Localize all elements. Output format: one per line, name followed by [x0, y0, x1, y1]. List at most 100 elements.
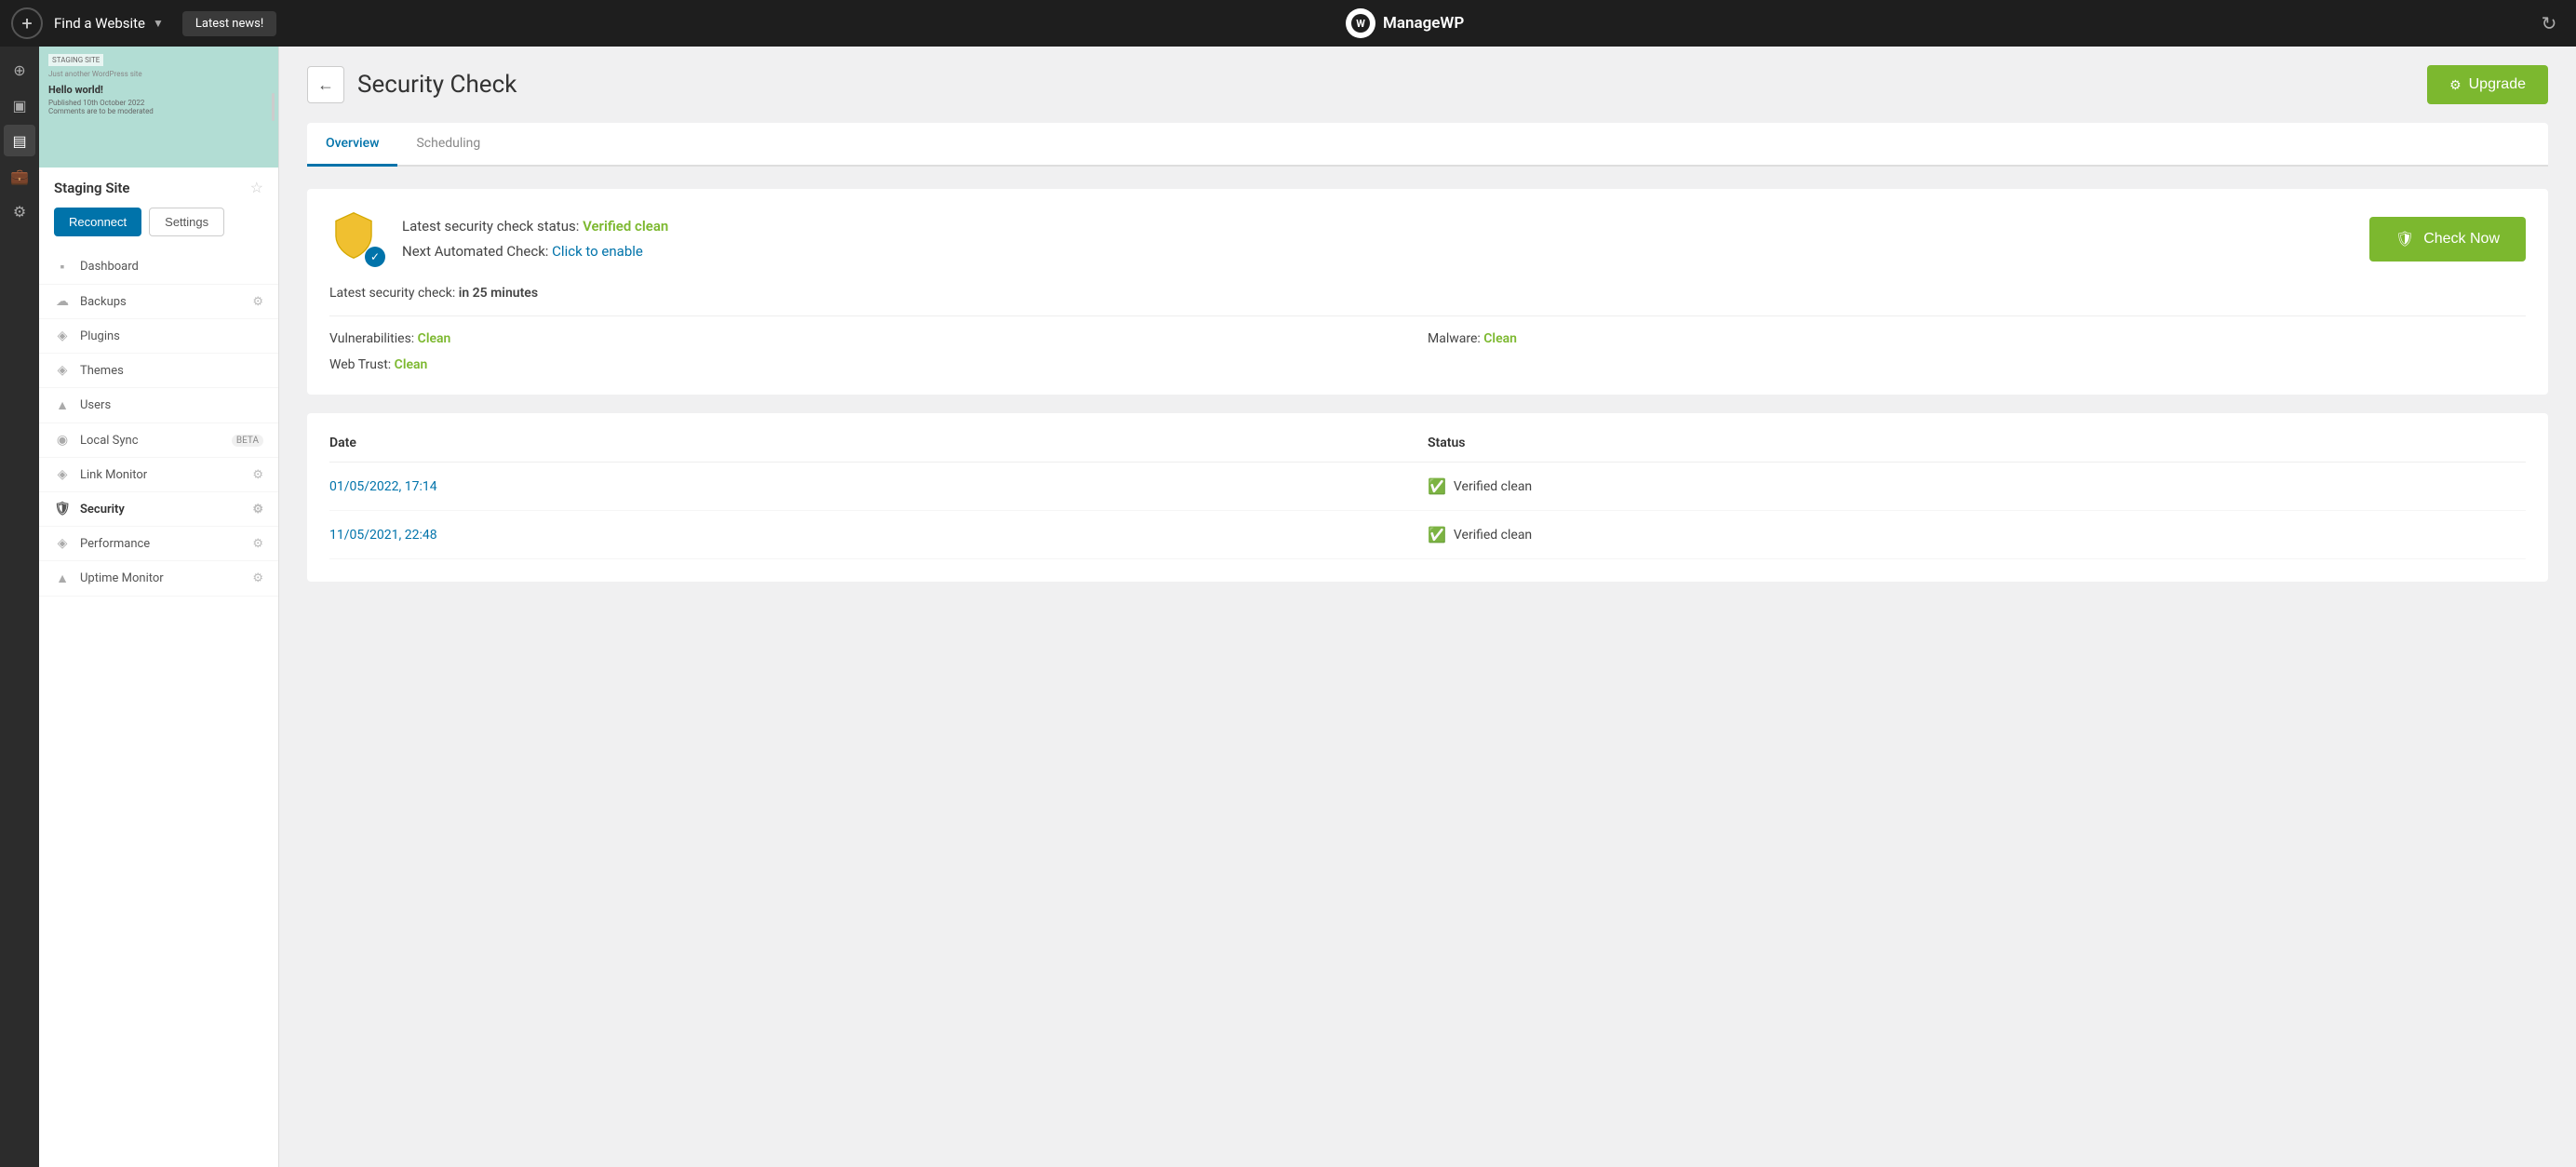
plugins-icon: ◈ [54, 329, 71, 343]
favorite-star-icon[interactable]: ☆ [250, 179, 263, 196]
status-label: Latest security check status: [402, 218, 583, 235]
security-icon: 🛡 [54, 502, 71, 516]
local-sync-icon: ◉ [54, 433, 71, 448]
dashboard-icon: ▪ [54, 259, 71, 275]
back-button[interactable]: ← [307, 66, 344, 103]
check-now-button[interactable]: 🛡 Check Now [2369, 217, 2526, 262]
history-table-header: Date Status [329, 436, 2526, 463]
shield-icon-wrap: ✓ [329, 211, 385, 267]
sidebar-menu: ▪ Dashboard ☁ Backups ⚙ ◈ Plugins [39, 249, 278, 1167]
site-preview: STAGING SITE Just another WordPress site… [39, 47, 278, 168]
malware-value: Clean [1483, 331, 1517, 346]
history-status-1: ✅ Verified clean [1428, 477, 2526, 495]
link-monitor-icon: ◈ [54, 467, 71, 482]
app-logo: W ManageWP [288, 8, 2522, 38]
check-now-label: Check Now [2423, 231, 2500, 248]
vulnerabilities-value: Clean [418, 331, 451, 346]
sidebar-item-link-monitor[interactable]: ◈ Link Monitor ⚙ [39, 458, 278, 492]
upgrade-gear-icon: ⚙ [2449, 77, 2462, 93]
beta-badge: BETA [232, 435, 263, 447]
add-website-button[interactable]: + [11, 7, 43, 39]
logo-icon: W [1346, 8, 1375, 38]
sidebar-item-uptime-monitor[interactable]: ▲ Uptime Monitor ⚙ [39, 561, 278, 597]
find-website-dropdown[interactable]: Find a Website ▼ [54, 15, 164, 32]
tab-scheduling[interactable]: Scheduling [397, 123, 499, 167]
news-badge[interactable]: Latest news! [182, 11, 276, 36]
chevron-down-icon: ▼ [153, 17, 164, 30]
icon-bar-settings[interactable]: ⚙ [4, 195, 35, 227]
divider [329, 315, 2526, 316]
scroll-indicator [272, 93, 275, 121]
uptime-icon: ▲ [54, 570, 71, 586]
backups-icon: ☁ [54, 294, 71, 309]
web-trust-check: Web Trust: Clean [329, 357, 1428, 372]
sidebar-item-label: Themes [80, 364, 124, 378]
sidebar-item-label: Link Monitor [80, 468, 147, 482]
sidebar-item-label: Security [80, 503, 125, 516]
upgrade-label: Upgrade [2469, 76, 2526, 93]
icon-bar-monitor[interactable]: ▣ [4, 89, 35, 121]
verified-icon-1: ✅ [1428, 477, 1446, 495]
performance-icon: ◈ [54, 536, 71, 551]
content-body: Overview Scheduling ✓ Latest securit [279, 123, 2576, 610]
refresh-button[interactable]: ↻ [2533, 7, 2565, 39]
check-now-shield-icon: 🛡 [2395, 230, 2414, 248]
sidebar-item-plugins[interactable]: ◈ Plugins [39, 319, 278, 354]
icon-bar-briefcase[interactable]: 💼 [4, 160, 35, 192]
sidebar-item-label: Users [80, 398, 111, 412]
sidebar-item-security[interactable]: 🛡 Security ⚙ [39, 492, 278, 527]
history-card: Date Status 01/05/2022, 17:14 ✅ Verified… [307, 413, 2548, 582]
sidebar-item-label: Dashboard [80, 260, 139, 274]
tab-overview[interactable]: Overview [307, 123, 397, 167]
preview-title: Hello world! [48, 84, 269, 96]
history-status-text-2: Verified clean [1454, 528, 1532, 543]
sidebar-item-label: Uptime Monitor [80, 571, 164, 585]
security-status-text: Latest security check status: Verified c… [402, 214, 668, 264]
svg-text:W: W [1356, 18, 1365, 30]
sidebar-item-backups[interactable]: ☁ Backups ⚙ [39, 285, 278, 319]
history-status-2: ✅ Verified clean [1428, 526, 2526, 543]
gear-icon[interactable]: ⚙ [252, 571, 263, 585]
sidebar-item-label: Performance [80, 537, 150, 551]
upgrade-button[interactable]: ⚙ Upgrade [2427, 65, 2548, 104]
sidebar-item-dashboard[interactable]: ▪ Dashboard [39, 249, 278, 285]
topbar: + Find a Website ▼ Latest news! W Manage… [0, 0, 2576, 47]
web-trust-value: Clean [395, 357, 428, 372]
malware-check: Malware: Clean [1428, 331, 2526, 346]
site-header: Staging Site ☆ [39, 168, 278, 208]
security-status-row: ✓ Latest security check status: Verified… [329, 211, 2526, 267]
security-status-card: ✓ Latest security check status: Verified… [307, 189, 2548, 395]
history-date-1[interactable]: 01/05/2022, 17:14 [329, 479, 1428, 494]
col-date-header: Date [329, 436, 1428, 450]
sidebar: STAGING SITE Just another WordPress site… [39, 47, 279, 1167]
malware-label: Malware: [1428, 331, 1483, 346]
security-checks-grid: Vulnerabilities: Clean Malware: Clean We… [329, 331, 2526, 372]
content-header: ← Security Check ⚙ Upgrade [279, 47, 2576, 123]
icon-bar-home[interactable]: ⊕ [4, 54, 35, 86]
sidebar-item-local-sync[interactable]: ◉ Local Sync BETA [39, 423, 278, 458]
vulnerabilities-check: Vulnerabilities: Clean [329, 331, 1428, 346]
themes-icon: ◈ [54, 363, 71, 378]
table-row: 01/05/2022, 17:14 ✅ Verified clean [329, 463, 2526, 511]
reconnect-button[interactable]: Reconnect [54, 208, 141, 236]
gear-icon[interactable]: ⚙ [252, 468, 263, 482]
sidebar-item-label: Plugins [80, 329, 120, 343]
tab-bar: Overview Scheduling [307, 123, 2548, 167]
logo-text: ManageWP [1383, 14, 1464, 33]
web-trust-label: Web Trust: [329, 357, 395, 372]
history-date-2[interactable]: 11/05/2021, 22:48 [329, 528, 1428, 543]
gear-icon[interactable]: ⚙ [252, 537, 263, 551]
click-to-enable-link[interactable]: Click to enable [552, 243, 643, 260]
sidebar-item-users[interactable]: ▲ Users [39, 388, 278, 423]
sidebar-item-label: Backups [80, 295, 127, 309]
gear-icon[interactable]: ⚙ [252, 295, 263, 309]
latest-check-label: Latest security check: [329, 286, 455, 301]
sidebar-item-performance[interactable]: ◈ Performance ⚙ [39, 527, 278, 561]
site-name: Staging Site [54, 180, 129, 196]
preview-subtitle: Just another WordPress site [48, 70, 269, 78]
latest-check-info: Latest security check: in 25 minutes [329, 286, 2526, 301]
settings-button[interactable]: Settings [149, 208, 224, 236]
gear-icon[interactable]: ⚙ [252, 503, 263, 516]
icon-bar-content[interactable]: ▤ [4, 125, 35, 156]
sidebar-item-themes[interactable]: ◈ Themes [39, 354, 278, 388]
